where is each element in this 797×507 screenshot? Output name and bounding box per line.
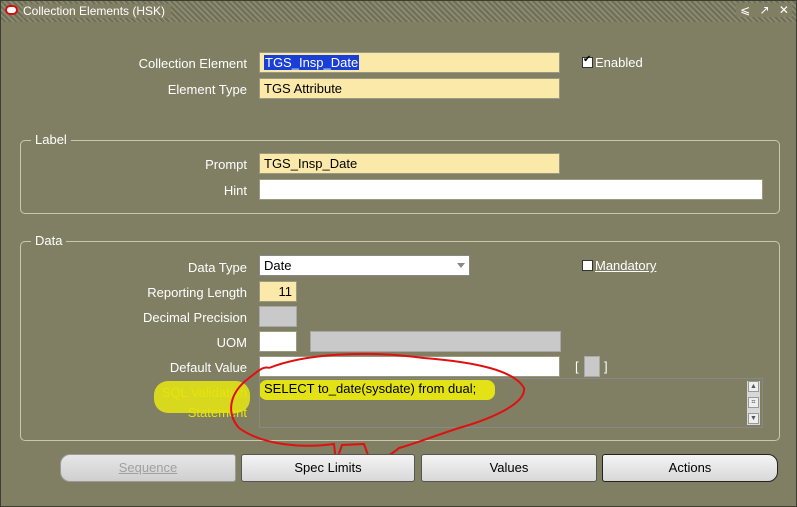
- spec-limits-button[interactable]: Spec Limits: [241, 454, 415, 482]
- uom-description-field: [310, 331, 561, 352]
- scroll-expand-icon[interactable]: ⌗: [748, 397, 759, 408]
- uom-label: UOM: [216, 335, 247, 350]
- label-group: Label: [20, 132, 780, 214]
- bracket-open: [: [575, 359, 579, 374]
- title-bar[interactable]: Collection Elements (HSK) ⩽ ↗ ✕: [1, 1, 796, 22]
- uom-field[interactable]: [259, 331, 297, 352]
- prompt-field[interactable]: TGS_Insp_Date: [259, 153, 560, 174]
- hint-label: Hint: [223, 183, 247, 198]
- element-type-field[interactable]: TGS Attribute: [259, 78, 560, 99]
- values-button[interactable]: Values: [421, 454, 597, 482]
- mandatory-label: Mandatory: [595, 258, 657, 273]
- sql-validation-label: SQL Validation: [161, 385, 247, 400]
- default-value-label: Default Value: [169, 360, 247, 375]
- bracket-close: ]: [604, 359, 608, 374]
- default-value-field[interactable]: [259, 356, 560, 377]
- reporting-length-label: Reporting Length: [147, 285, 247, 300]
- data-type-select[interactable]: Date: [259, 255, 470, 276]
- sql-statement-label: Statement: [187, 405, 247, 420]
- textarea-scrollbar[interactable]: ▲ ⌗ ▼: [747, 381, 760, 425]
- collection-element-label: Collection Element: [138, 56, 247, 71]
- label-group-title: Label: [31, 132, 71, 147]
- scroll-down-icon[interactable]: ▼: [748, 413, 759, 424]
- data-type-label: Data Type: [187, 260, 247, 275]
- actions-button[interactable]: Actions: [602, 454, 778, 482]
- values-button-label: Values: [489, 460, 529, 475]
- prompt-label: Prompt: [205, 157, 247, 172]
- spec-limits-button-label: Spec Limits: [294, 460, 362, 475]
- sql-validation-textarea[interactable]: SELECT to_date(sysdate) from dual; ▲ ⌗ ▼: [259, 378, 763, 428]
- enabled-label: Enabled: [595, 55, 643, 70]
- decimal-precision-label: Decimal Precision: [142, 310, 247, 325]
- decimal-precision-field: [259, 306, 297, 327]
- window-title: Collection Elements (HSK): [23, 4, 172, 18]
- enabled-check-icon[interactable]: [582, 54, 593, 68]
- sql-validation-value: SELECT to_date(sysdate) from dual;: [264, 381, 477, 396]
- data-type-value: Date: [264, 258, 292, 273]
- scroll-up-icon[interactable]: ▲: [748, 381, 759, 392]
- flex-field-button[interactable]: [584, 356, 600, 377]
- sequence-button-label: Sequence: [118, 460, 178, 475]
- form-content: Collection Element TGS_Insp_Date Enabled…: [4, 23, 793, 504]
- enabled-checkbox[interactable]: Enabled: [582, 54, 643, 70]
- oracle-logo-icon: [5, 5, 18, 15]
- collection-elements-window: Collection Elements (HSK) ⩽ ↗ ✕ Collecti…: [0, 0, 797, 507]
- reporting-length-field[interactable]: 11: [259, 281, 297, 302]
- window-controls[interactable]: ⩽ ↗ ✕: [736, 3, 792, 17]
- element-type-label: Element Type: [167, 82, 247, 97]
- chevron-down-icon[interactable]: [457, 263, 465, 268]
- hint-field[interactable]: [259, 179, 763, 200]
- collection-element-value: TGS_Insp_Date: [264, 55, 360, 70]
- actions-button-label: Actions: [668, 460, 712, 475]
- sequence-button: Sequence: [60, 454, 236, 482]
- mandatory-check-icon[interactable]: [582, 260, 593, 271]
- mandatory-checkbox[interactable]: Mandatory: [582, 258, 656, 273]
- data-group-title: Data: [31, 233, 67, 248]
- collection-element-field[interactable]: TGS_Insp_Date: [259, 52, 560, 73]
